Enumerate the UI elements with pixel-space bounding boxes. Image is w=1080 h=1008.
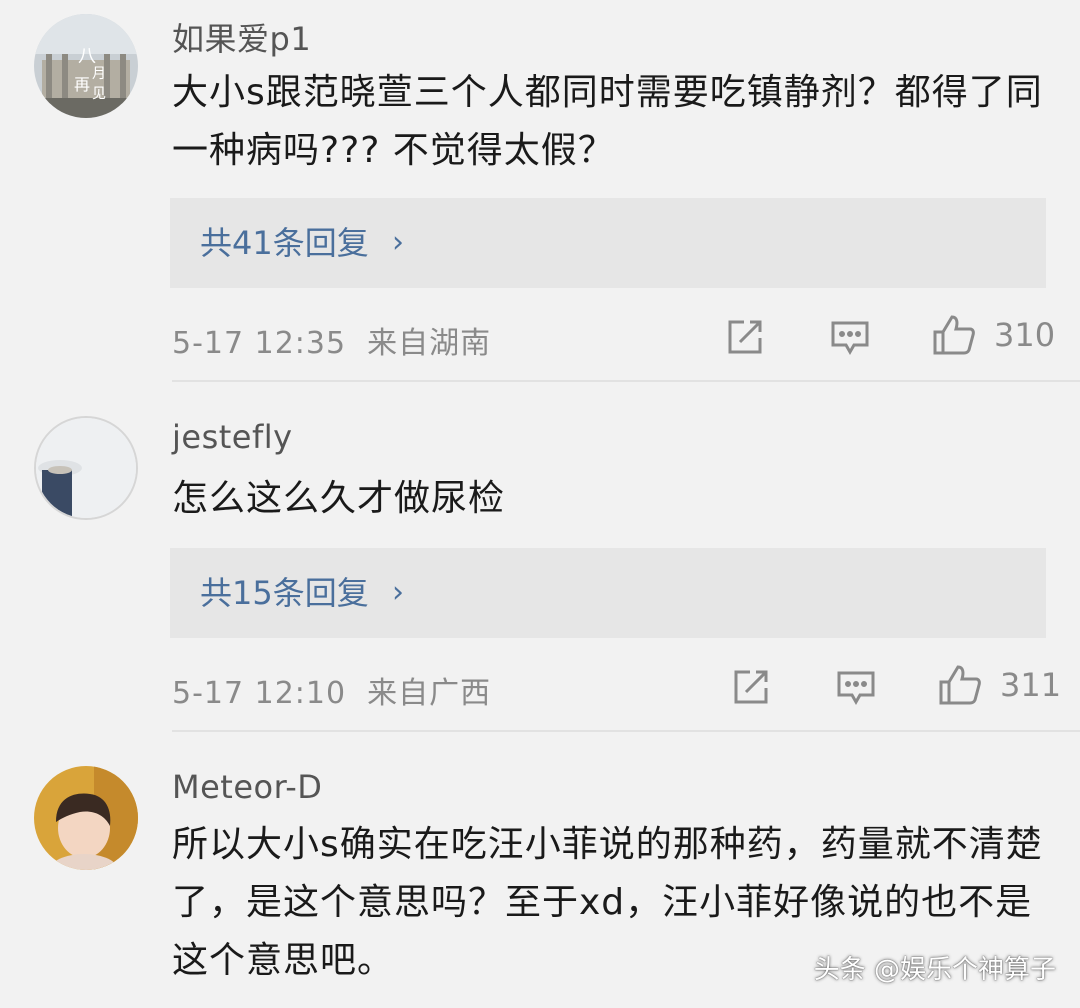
- view-replies-button[interactable]: 共15条回复 ›: [170, 548, 1046, 638]
- thumbs-up-icon: [933, 315, 975, 355]
- share-icon[interactable]: [732, 668, 770, 710]
- avatar[interactable]: [34, 416, 138, 520]
- chevron-right-icon: ›: [392, 225, 404, 260]
- comment-text: 怎么这么久才做尿检: [172, 478, 506, 519]
- replies-label: 共15条回复: [200, 574, 369, 612]
- timestamp: 5-17 12:10: [172, 676, 347, 711]
- thumbs-up-icon: [939, 665, 981, 705]
- location: 来自广西: [367, 676, 492, 711]
- like-count: 311: [1000, 666, 1062, 704]
- comment-icon[interactable]: [830, 320, 870, 360]
- svg-text:八: 八: [78, 46, 96, 67]
- username[interactable]: Meteor-D: [172, 768, 322, 806]
- like-count: 310: [994, 316, 1056, 354]
- avatar[interactable]: 八 再 月 见: [34, 14, 138, 118]
- comment-icon[interactable]: [836, 670, 876, 710]
- watermark: 头条 @娱乐个神算子: [813, 955, 1056, 985]
- location: 来自湖南: [367, 326, 492, 361]
- svg-text:见: 见: [92, 86, 106, 102]
- comment-text: 大小s跟范晓萱三个人都同时需要吃镇静剂？都得了同一种病吗??? 不觉得太假？: [172, 72, 1043, 171]
- comment-meta: 5-17 12:35 来自湖南: [172, 318, 491, 362]
- avatar[interactable]: [34, 766, 138, 870]
- share-icon[interactable]: [726, 318, 764, 360]
- divider: [172, 380, 1080, 382]
- like-button[interactable]: [938, 664, 982, 710]
- svg-text:再: 再: [74, 75, 90, 94]
- username[interactable]: 如果爱p1: [172, 14, 311, 60]
- svg-text:月: 月: [92, 66, 106, 82]
- chevron-right-icon: ›: [392, 575, 404, 610]
- username[interactable]: jestefly: [172, 418, 293, 456]
- divider: [172, 730, 1080, 732]
- view-replies-button[interactable]: 共41条回复 ›: [170, 198, 1046, 288]
- replies-label: 共41条回复: [200, 224, 369, 262]
- comment-meta: 5-17 12:10 来自广西: [172, 668, 491, 712]
- timestamp: 5-17 12:35: [172, 326, 347, 361]
- like-button[interactable]: [932, 314, 976, 360]
